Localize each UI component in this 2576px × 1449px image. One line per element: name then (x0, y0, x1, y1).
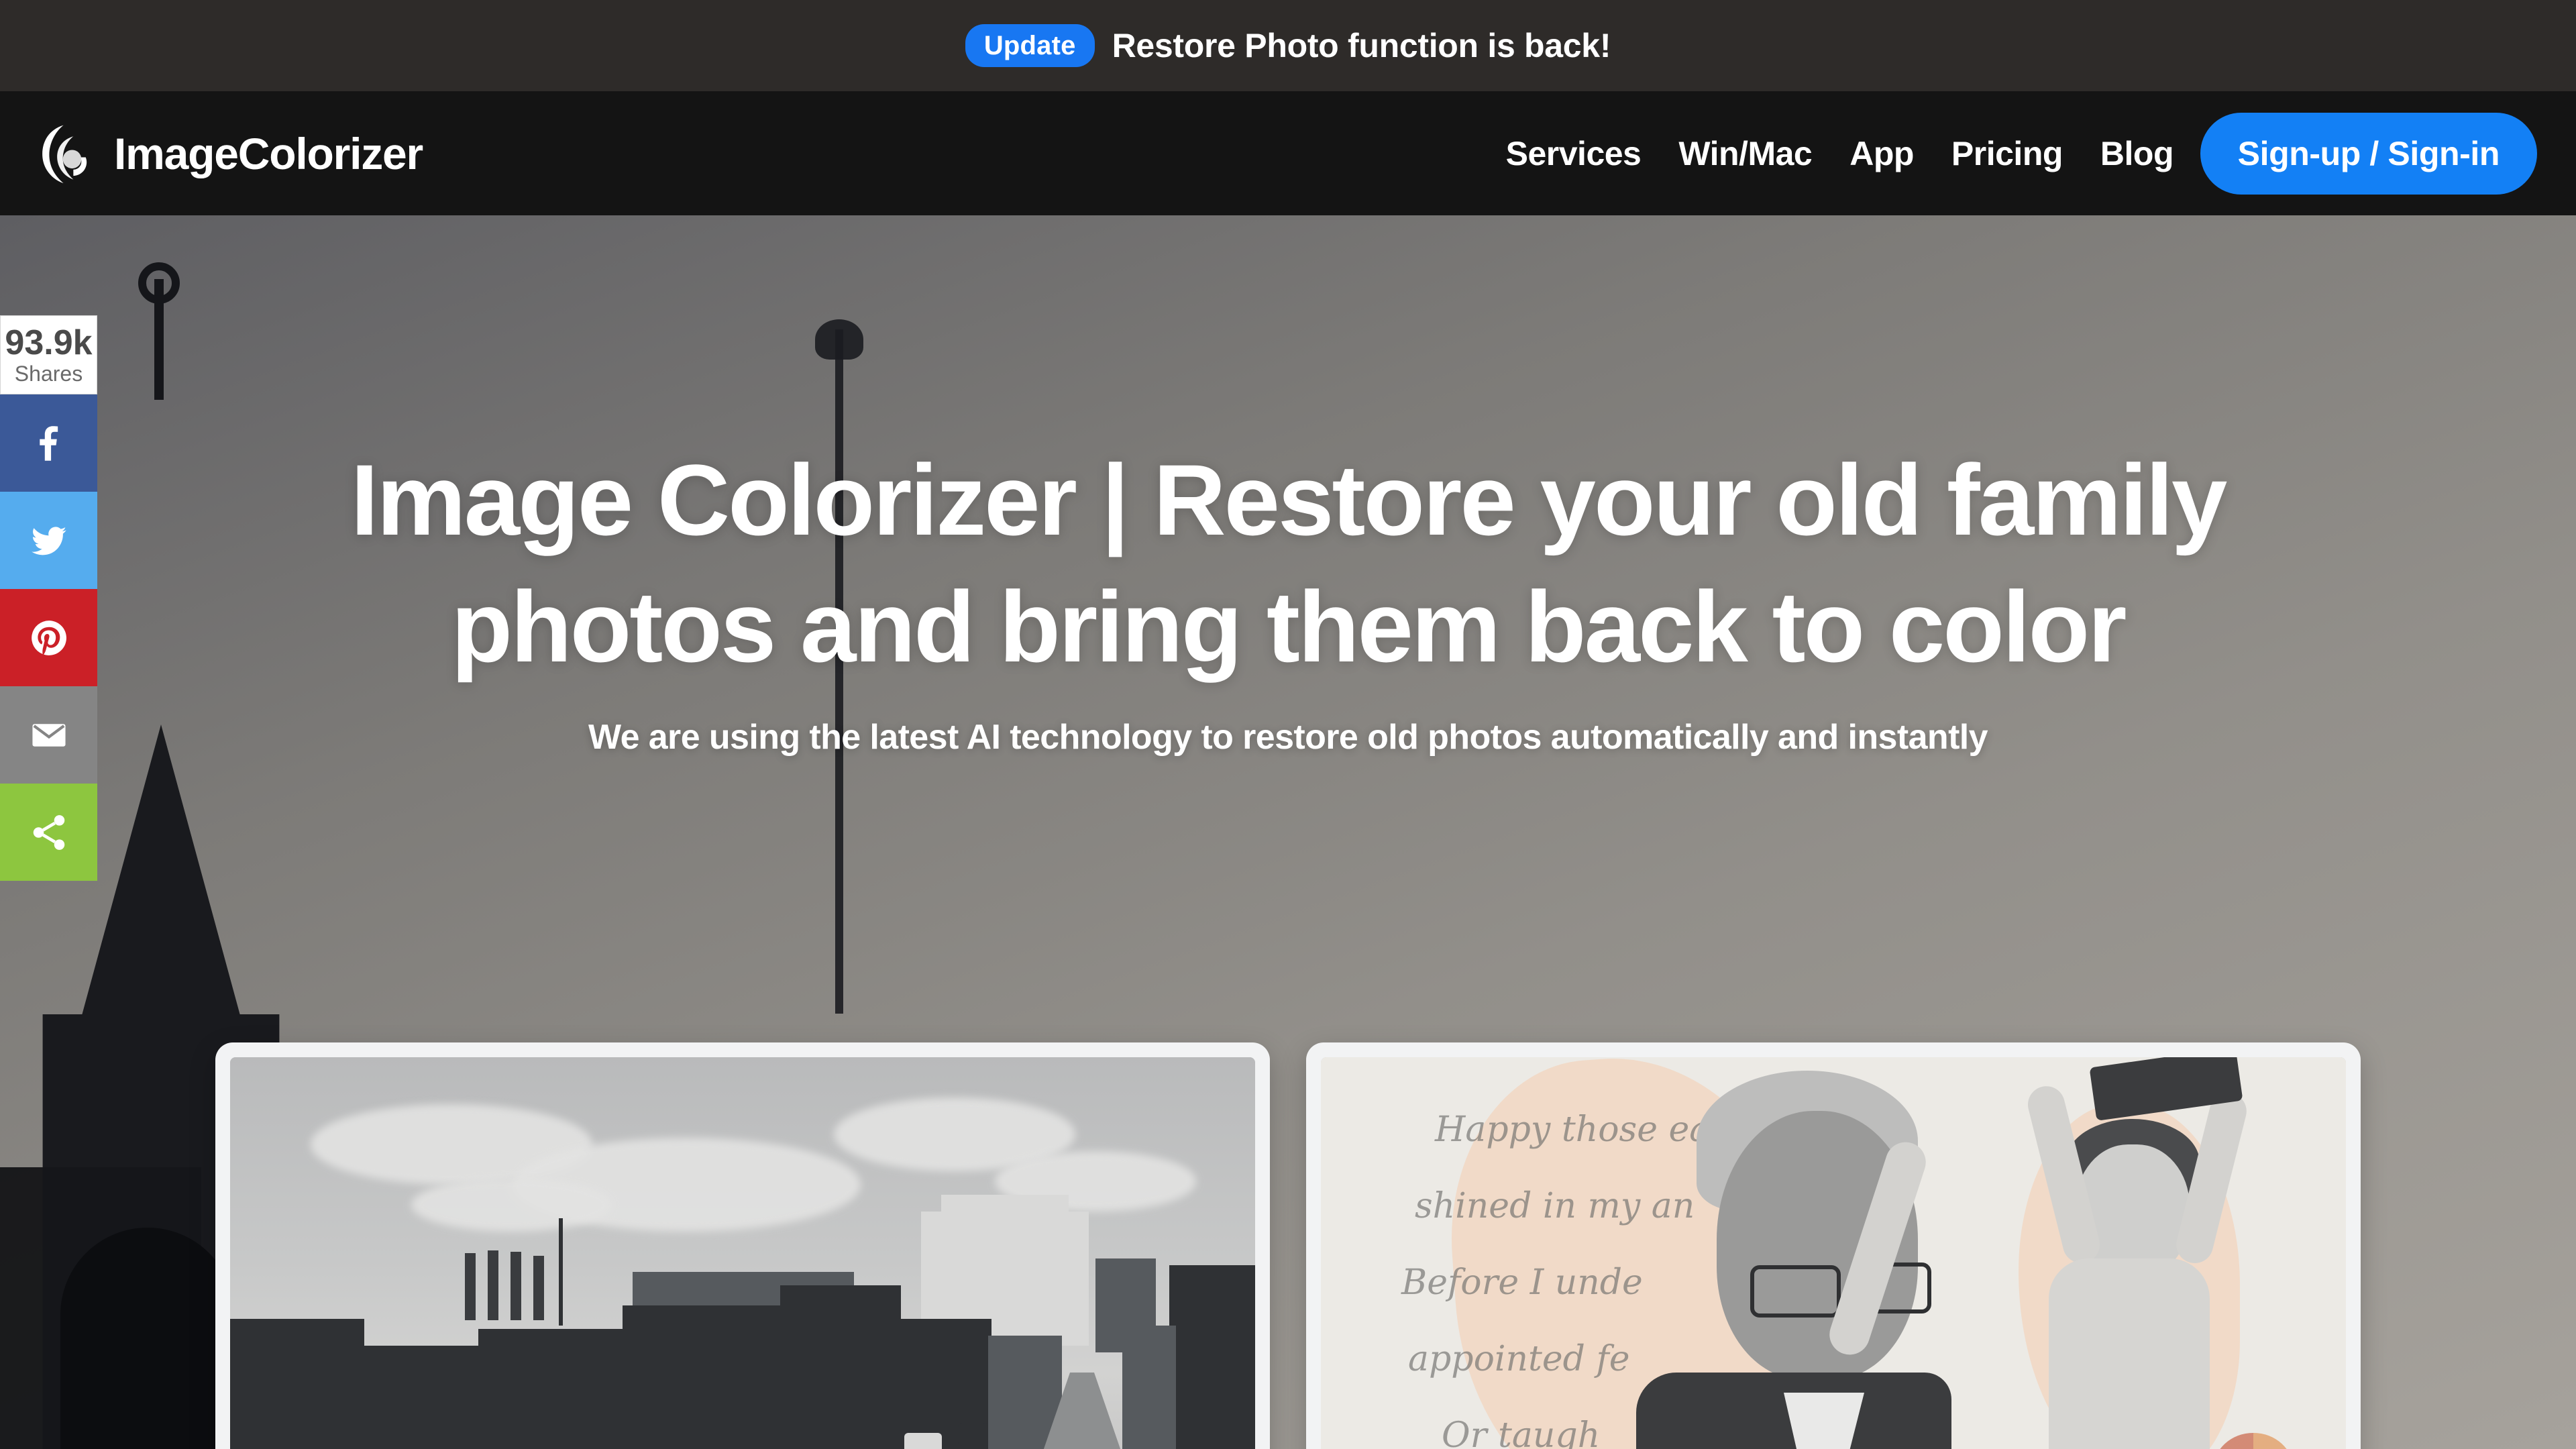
share-more-button[interactable] (0, 784, 97, 881)
nav-item-blog[interactable]: Blog (2100, 134, 2174, 173)
twitter-icon (31, 526, 66, 555)
share-email-button[interactable] (0, 686, 97, 784)
email-icon (32, 723, 66, 747)
share-pinterest-button[interactable] (0, 589, 97, 686)
colorize-card-image (230, 1057, 1255, 1449)
hero-copy: Image Colorizer | Restore your old famil… (0, 215, 2576, 757)
primary-nav: Services Win/Mac App Pricing Blog (1506, 134, 2174, 173)
nav-item-services[interactable]: Services (1506, 134, 1642, 173)
site-header: ImageColorizer Services Win/Mac App Pric… (0, 91, 2576, 215)
feature-card-restore[interactable]: Happy those earl shined in my an Before … (1306, 1042, 2361, 1449)
brand-logo[interactable]: ImageColorizer (38, 121, 423, 186)
share-count-label: Shares (14, 362, 83, 386)
nav-item-app[interactable]: App (1849, 134, 1914, 173)
facebook-icon (39, 425, 58, 461)
share-count-value: 93.9k (5, 323, 93, 362)
signup-signin-button[interactable]: Sign-up / Sign-in (2200, 112, 2537, 195)
nav-item-winmac[interactable]: Win/Mac (1678, 134, 1812, 173)
share-facebook-button[interactable] (0, 394, 97, 492)
spiral-arcs-logo-icon (42, 125, 87, 183)
brand-name: ImageColorizer (114, 128, 423, 178)
feature-card-colorize[interactable]: Colorize Colorize black and white pictur… (215, 1042, 1270, 1449)
share-twitter-button[interactable] (0, 492, 97, 589)
update-message: Restore Photo function is back! (1112, 27, 1611, 64)
nav-item-pricing[interactable]: Pricing (1951, 134, 2063, 173)
feature-cards: Colorize Colorize black and white pictur… (0, 1042, 2576, 1449)
social-share-rail: 93.9k Shares (0, 315, 97, 881)
share-icon (33, 814, 64, 850)
hero-subtitle: We are using the latest AI technology to… (588, 718, 1988, 757)
hero-title: Image Colorizer | Restore your old famil… (350, 443, 2228, 683)
update-banner: Update Restore Photo function is back! (0, 0, 2576, 91)
share-count: 93.9k Shares (0, 315, 97, 394)
hero-section: Image Colorizer | Restore your old famil… (0, 215, 2576, 1449)
update-badge: Update (965, 24, 1095, 67)
pinterest-icon (31, 620, 66, 655)
restore-card-image: Happy those earl shined in my an Before … (1321, 1057, 2346, 1449)
